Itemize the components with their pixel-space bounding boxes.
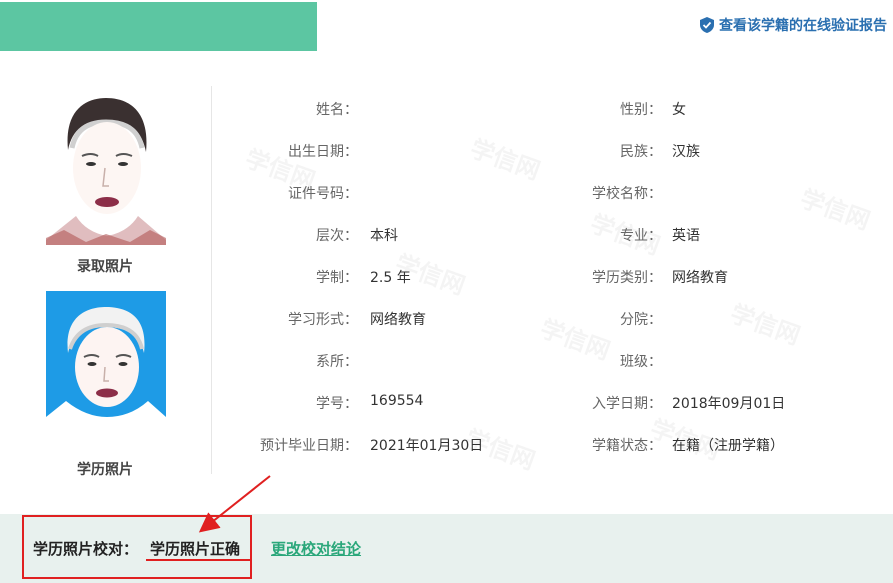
field-value: 英语 [672, 228, 700, 244]
field-label: 民族： [620, 144, 662, 160]
field-label: 层次： [316, 228, 358, 244]
field-value: 本科 [370, 228, 398, 244]
field-label: 学校名称： [592, 186, 662, 202]
field-value: 2.5 年 [370, 270, 411, 286]
field-label: 性别： [620, 102, 662, 118]
info-row: 学制： 2.5 年 学历类别： 网络教育 [212, 267, 892, 309]
online-verification-report-link[interactable]: 查看该学籍的在线验证报告 [700, 14, 887, 36]
field-label: 班级： [620, 354, 662, 370]
info-row: 预计毕业日期： 2021年01月30日 学籍状态： 在籍（注册学籍） [212, 435, 892, 477]
field-value: 女 [672, 102, 686, 118]
info-row: 证件号码： 学校名称： [212, 183, 892, 225]
info-row: 姓名： 性别： 女 [212, 99, 892, 141]
info-row: 学习形式： 网络教育 分院： [212, 309, 892, 351]
verify-link-text: 查看该学籍的在线验证报告 [719, 18, 887, 34]
photo-check-label: 学历照片校对： [33, 540, 139, 558]
admission-photo-label: 录取照片 [77, 259, 133, 275]
change-check-result-link[interactable]: 更改校对结论 [271, 538, 361, 559]
info-row: 层次： 本科 专业： 英语 [212, 225, 892, 267]
admission-photo [46, 90, 166, 245]
field-label: 专业： [620, 228, 662, 244]
field-label: 学习形式： [288, 312, 358, 328]
field-label: 学制： [316, 270, 358, 286]
field-value: 2021年01月30日 [370, 438, 484, 454]
shield-check-icon [700, 17, 714, 33]
degree-photo-label: 学历照片 [77, 462, 133, 478]
info-row: 系所： 班级： [212, 351, 892, 393]
header-green-bar [0, 2, 317, 51]
field-label: 预计毕业日期： [260, 438, 358, 454]
field-value: 2018年09月01日 [672, 396, 786, 412]
field-value: 网络教育 [370, 312, 426, 328]
field-label: 分院： [620, 312, 662, 328]
field-value: 汉族 [672, 144, 700, 160]
field-label: 出生日期： [288, 144, 358, 160]
info-row: 出生日期： 民族： 汉族 [212, 141, 892, 183]
field-label: 系所： [316, 354, 358, 370]
field-value: 网络教育 [672, 270, 728, 286]
info-row: 学号： 169554 入学日期： 2018年09月01日 [212, 393, 892, 435]
field-label: 证件号码： [288, 186, 358, 202]
field-label: 姓名： [316, 102, 358, 118]
annotation-underline [146, 559, 250, 561]
field-value: 在籍（注册学籍） [672, 438, 784, 454]
photo-check-result: 学历照片正确 [150, 540, 241, 558]
field-label: 入学日期： [592, 396, 662, 412]
field-label: 学号： [316, 396, 358, 412]
field-value: 169554 [370, 393, 424, 409]
degree-photo [46, 291, 166, 417]
field-label: 学历类别： [592, 270, 662, 286]
field-label: 学籍状态： [592, 438, 662, 454]
